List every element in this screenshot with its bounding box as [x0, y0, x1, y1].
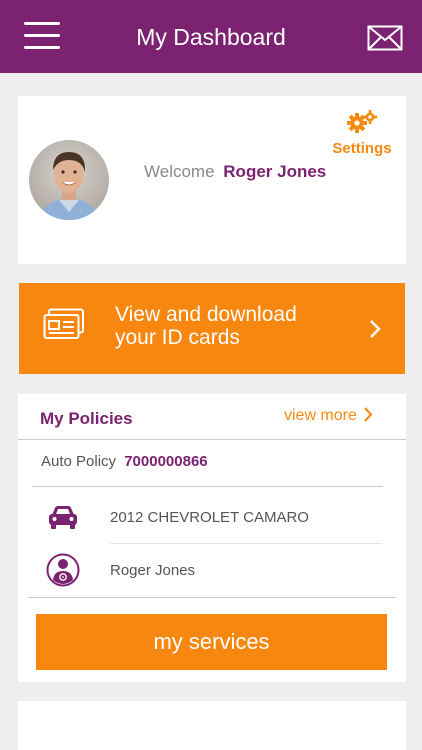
policies-card: My Policies view more Auto Policy 700000…: [18, 394, 406, 682]
top-bar: My Dashboard: [0, 0, 422, 73]
car-icon: [49, 506, 77, 529]
page-title: My Dashboard: [136, 24, 286, 50]
driver-row[interactable]: Roger Jones: [18, 545, 406, 597]
settings-button[interactable]: Settings: [330, 110, 394, 157]
policy-number: 7000000866: [124, 453, 208, 470]
id-cards-button[interactable]: View and download your ID cards: [19, 283, 405, 374]
divider: [32, 486, 383, 487]
chevron-right-icon: [370, 320, 381, 338]
row-divider: [110, 543, 382, 544]
id-cards-label: View and download your ID cards: [115, 303, 297, 349]
my-services-button[interactable]: my services: [36, 614, 387, 670]
envelope-icon[interactable]: [367, 25, 403, 51]
view-more-label: view more: [284, 407, 357, 424]
user-name: Roger Jones: [223, 162, 327, 181]
avatar[interactable]: [29, 140, 109, 220]
welcome-text: Welcome: [144, 162, 215, 181]
id-card-icon: [43, 308, 84, 339]
chevron-right-icon: [364, 407, 373, 422]
driver-name: Roger Jones: [110, 562, 196, 579]
divider: [28, 597, 396, 598]
policy-line[interactable]: Auto Policy 7000000866: [41, 453, 208, 470]
policies-header: My Policies view more: [18, 394, 406, 440]
vehicle-row[interactable]: 2012 CHEVROLET CAMARO: [18, 492, 406, 544]
welcome-line: Welcome Roger Jones: [144, 162, 326, 182]
policies-title: My Policies: [40, 409, 133, 428]
welcome-card: Settings Welcome Roger Jones: [18, 96, 406, 264]
next-card: [18, 701, 406, 750]
vehicle-name: 2012 CHEVROLET CAMARO: [110, 509, 309, 526]
driver-icon: [46, 553, 80, 587]
policy-label: Auto Policy: [41, 453, 117, 470]
view-more-link[interactable]: view more: [284, 406, 373, 425]
gears-icon: [347, 110, 377, 133]
settings-label: Settings: [332, 140, 392, 157]
